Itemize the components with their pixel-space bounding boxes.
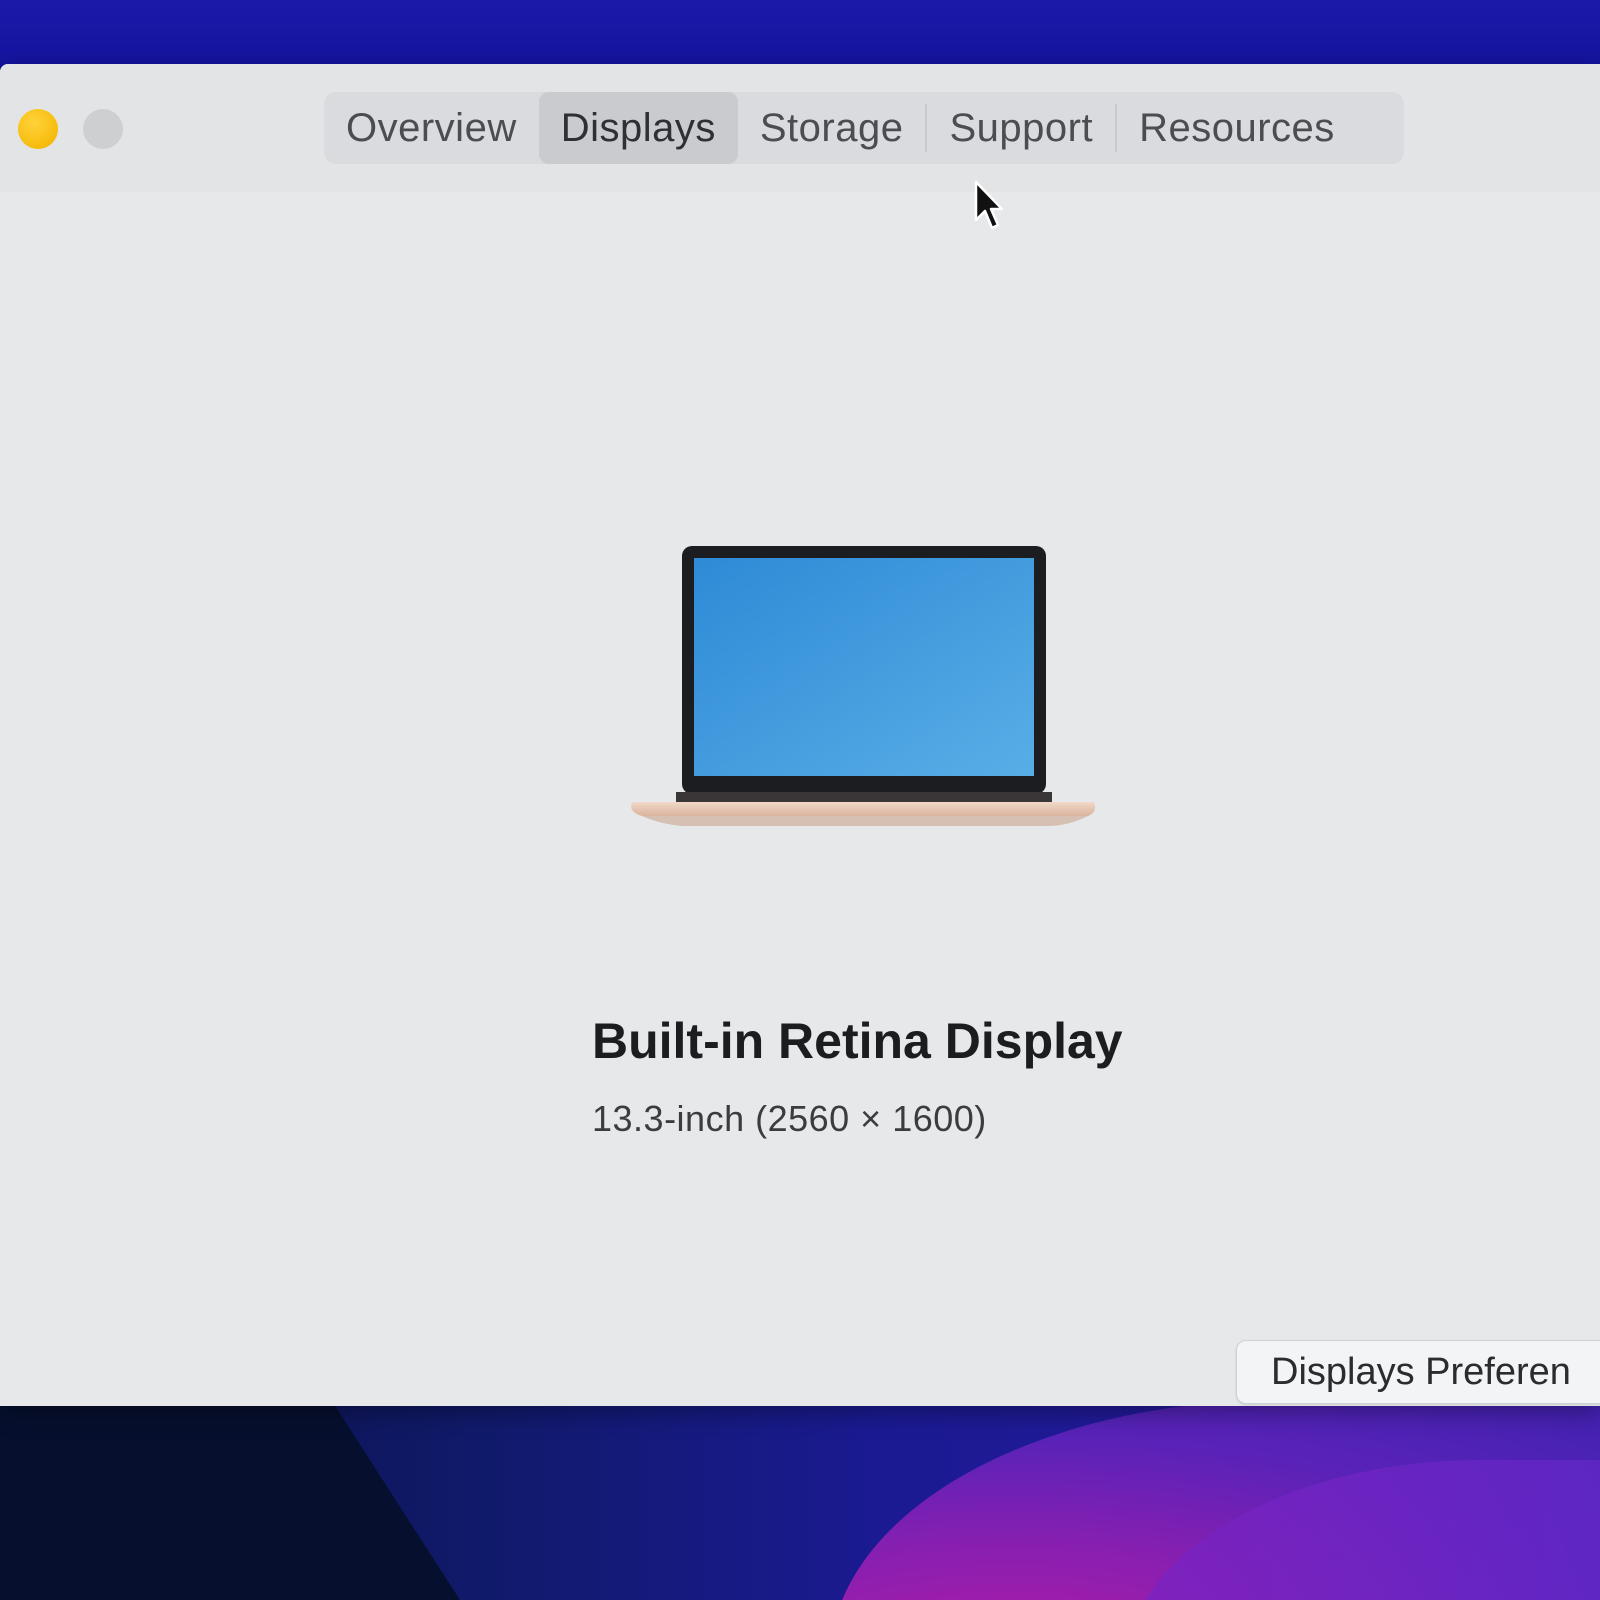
tab-displays[interactable]: Displays <box>538 92 738 164</box>
wallpaper-dark-shape <box>0 1400 460 1600</box>
mouse-cursor-icon <box>974 180 1004 230</box>
about-this-mac-window: Overview Displays Storage Support Resour… <box>0 64 1600 1406</box>
wallpaper-bottom <box>0 1400 1600 1600</box>
displays-preferences-button[interactable]: Displays Preferen <box>1236 1340 1600 1404</box>
tab-overview[interactable]: Overview <box>324 92 539 164</box>
minimize-button[interactable] <box>18 109 58 149</box>
tab-support[interactable]: Support <box>927 92 1115 164</box>
zoom-button[interactable] <box>83 109 123 149</box>
display-name: Built-in Retina Display <box>592 1013 1123 1069</box>
laptop-icon <box>631 546 1096 826</box>
display-spec: 13.3-inch (2560 × 1600) <box>592 1098 987 1139</box>
tab-storage[interactable]: Storage <box>738 92 926 164</box>
tab-bar: Overview Displays Storage Support Resour… <box>324 92 1404 164</box>
displays-pane: Built-in Retina Display 13.3-inch (2560 … <box>0 192 1600 1406</box>
window-titlebar: Overview Displays Storage Support Resour… <box>0 64 1600 193</box>
tab-resources[interactable]: Resources <box>1117 92 1357 164</box>
